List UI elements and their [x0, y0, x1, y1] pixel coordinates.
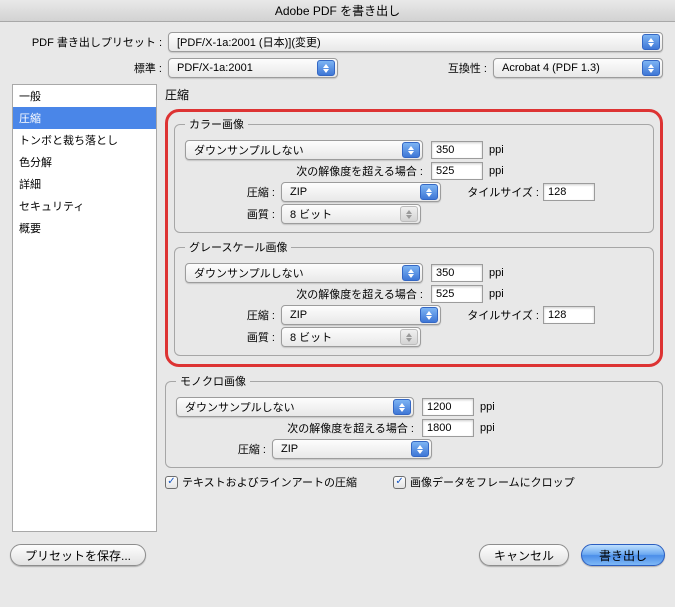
gray-quality-value: 8 ビット: [290, 329, 332, 345]
dropdown-arrows-icon: [402, 142, 420, 158]
dropdown-arrows-icon: [400, 329, 418, 345]
group-mono-legend: モノクロ画像: [176, 373, 250, 389]
checkbox-compress-text-lineart-label: テキストおよびラインアートの圧縮: [182, 474, 357, 490]
color-quality-label: 画質 :: [185, 206, 275, 222]
compat-select[interactable]: Acrobat 4 (PDF 1.3): [493, 58, 663, 78]
color-downsample-select[interactable]: ダウンサンプルしない: [185, 140, 423, 160]
highlight-annotation: カラー画像 ダウンサンプルしない ppi 次の解像度を超える場合 : ppi: [165, 109, 663, 367]
dropdown-arrows-icon: [642, 60, 660, 76]
gray-downsample-value: ダウンサンプルしない: [194, 265, 304, 281]
sidebar-item-summary[interactable]: 概要: [13, 217, 156, 239]
color-tile-label: タイルサイズ :: [459, 184, 539, 200]
color-compress-label: 圧縮 :: [185, 184, 275, 200]
preset-label: PDF 書き出しプリセット :: [12, 34, 162, 50]
gray-threshold-unit: ppi: [489, 288, 504, 300]
color-ppi-unit: ppi: [489, 144, 504, 156]
sidebar-item-advanced[interactable]: 詳細: [13, 173, 156, 195]
sidebar-item-compression[interactable]: 圧縮: [13, 107, 156, 129]
checkbox-crop-image-frames[interactable]: ✓ 画像データをフレームにクロップ: [393, 474, 575, 490]
gray-quality-label: 画質 :: [185, 329, 275, 345]
category-sidebar[interactable]: 一般 圧縮 トンボと裁ち落とし 色分解 詳細 セキュリティ 概要: [12, 84, 157, 532]
color-compress-value: ZIP: [290, 186, 307, 198]
check-icon: ✓: [393, 476, 406, 489]
gray-ppi-input[interactable]: [431, 264, 483, 282]
dropdown-arrows-icon: [393, 399, 411, 415]
gray-downsample-select[interactable]: ダウンサンプルしない: [185, 263, 423, 283]
gray-tile-input[interactable]: [543, 306, 595, 324]
mono-compress-label: 圧縮 :: [176, 441, 266, 457]
mono-downsample-select[interactable]: ダウンサンプルしない: [176, 397, 414, 417]
window-title: Adobe PDF を書き出し: [0, 0, 675, 22]
mono-threshold-label: 次の解像度を超える場合 :: [176, 420, 414, 436]
mono-compress-value: ZIP: [281, 443, 298, 455]
checkbox-compress-text-lineart[interactable]: ✓ テキストおよびラインアートの圧縮: [165, 474, 357, 490]
sidebar-item-general[interactable]: 一般: [13, 85, 156, 107]
group-color-legend: カラー画像: [185, 116, 248, 132]
mono-threshold-input[interactable]: [422, 419, 474, 437]
panel-title: 圧縮: [165, 86, 663, 103]
checkbox-crop-image-frames-label: 画像データをフレームにクロップ: [410, 474, 575, 490]
standard-label: 標準 :: [12, 60, 162, 76]
gray-ppi-unit: ppi: [489, 267, 504, 279]
mono-ppi-input[interactable]: [422, 398, 474, 416]
color-downsample-value: ダウンサンプルしない: [194, 142, 304, 158]
sidebar-item-security[interactable]: セキュリティ: [13, 195, 156, 217]
color-threshold-input[interactable]: [431, 162, 483, 180]
dropdown-arrows-icon: [402, 265, 420, 281]
sidebar-item-output[interactable]: 色分解: [13, 151, 156, 173]
cancel-button[interactable]: キャンセル: [479, 544, 569, 566]
color-quality-select[interactable]: 8 ビット: [281, 204, 421, 224]
color-threshold-unit: ppi: [489, 165, 504, 177]
export-button[interactable]: 書き出し: [581, 544, 665, 566]
dropdown-arrows-icon: [317, 60, 335, 76]
compat-label: 互換性 :: [431, 60, 487, 76]
color-quality-value: 8 ビット: [290, 206, 332, 222]
gray-threshold-label: 次の解像度を超える場合 :: [185, 286, 423, 302]
dropdown-arrows-icon: [400, 206, 418, 222]
check-icon: ✓: [165, 476, 178, 489]
gray-compress-label: 圧縮 :: [185, 307, 275, 323]
group-gray-legend: グレースケール画像: [185, 239, 291, 255]
gray-tile-label: タイルサイズ :: [459, 307, 539, 323]
group-mono-images: モノクロ画像 ダウンサンプルしない ppi 次の解像度を超える場合 : ppi …: [165, 373, 663, 468]
dropdown-arrows-icon: [420, 307, 438, 323]
color-tile-input[interactable]: [543, 183, 595, 201]
mono-ppi-unit: ppi: [480, 401, 495, 413]
dropdown-arrows-icon: [642, 34, 660, 50]
compat-select-value: Acrobat 4 (PDF 1.3): [502, 62, 600, 74]
group-gray-images: グレースケール画像 ダウンサンプルしない ppi 次の解像度を超える場合 : p…: [174, 239, 654, 356]
mono-downsample-value: ダウンサンプルしない: [185, 399, 295, 415]
color-ppi-input[interactable]: [431, 141, 483, 159]
gray-compress-value: ZIP: [290, 309, 307, 321]
group-color-images: カラー画像 ダウンサンプルしない ppi 次の解像度を超える場合 : ppi: [174, 116, 654, 233]
gray-threshold-input[interactable]: [431, 285, 483, 303]
mono-threshold-unit: ppi: [480, 422, 495, 434]
dropdown-arrows-icon: [411, 441, 429, 457]
preset-select-value: [PDF/X-1a:2001 (日本)](変更): [177, 34, 321, 50]
mono-compress-select[interactable]: ZIP: [272, 439, 432, 459]
sidebar-item-marks[interactable]: トンボと裁ち落とし: [13, 129, 156, 151]
preset-select[interactable]: [PDF/X-1a:2001 (日本)](変更): [168, 32, 663, 52]
color-compress-select[interactable]: ZIP: [281, 182, 441, 202]
dropdown-arrows-icon: [420, 184, 438, 200]
gray-compress-select[interactable]: ZIP: [281, 305, 441, 325]
save-preset-button[interactable]: プリセットを保存...: [10, 544, 146, 566]
standard-select-value: PDF/X-1a:2001: [177, 62, 253, 74]
gray-quality-select[interactable]: 8 ビット: [281, 327, 421, 347]
color-threshold-label: 次の解像度を超える場合 :: [185, 163, 423, 179]
standard-select[interactable]: PDF/X-1a:2001: [168, 58, 338, 78]
